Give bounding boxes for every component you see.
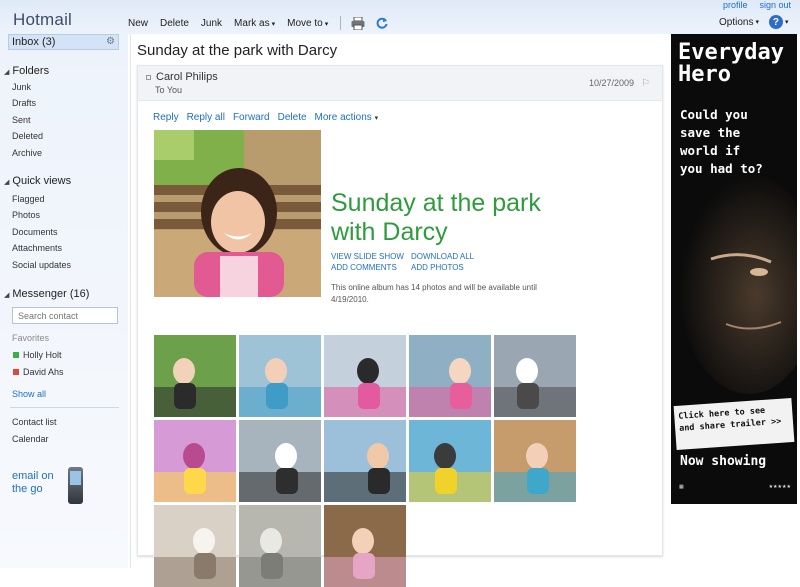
album-cover-photo[interactable]: [154, 130, 321, 297]
online-status-icon: [13, 352, 19, 358]
photo-thumbnail[interactable]: [494, 335, 576, 417]
contact-holly-holt[interactable]: Holly Holt: [13, 350, 62, 360]
message-actions: Reply Reply all Forward Delete More acti…: [153, 112, 378, 123]
expand-icon[interactable]: [146, 74, 151, 80]
top-bar: Hotmail New Delete Junk Mark as ▾ Move to…: [0, 0, 800, 34]
message-subject: Sunday at the park with Darcy: [137, 42, 338, 59]
divider: [10, 407, 119, 408]
advertisement-banner[interactable]: Everyday Hero Could you save the world if yo…: [671, 34, 797, 504]
messenger-heading[interactable]: ◢ Messenger (16): [4, 288, 89, 300]
chevron-down-icon: ▾: [271, 20, 276, 28]
delete-link[interactable]: Delete: [278, 112, 307, 123]
delete-button[interactable]: Delete: [160, 18, 189, 29]
email-on-the-go-link[interactable]: email on the go: [12, 470, 54, 496]
help-icon[interactable]: ?: [768, 15, 783, 29]
move-to-menu[interactable]: Move to ▾: [287, 18, 328, 29]
folder-deleted[interactable]: Deleted: [12, 131, 43, 141]
message-date: 10/27/2009: [588, 78, 634, 88]
photo-thumbnail[interactable]: [409, 335, 491, 417]
triangle-down-icon: ◢: [4, 179, 10, 186]
chevron-down-icon: ▾: [755, 19, 759, 26]
junk-button[interactable]: Junk: [201, 18, 222, 29]
calendar-link[interactable]: Calendar: [12, 434, 49, 444]
profile-link[interactable]: profile: [723, 0, 748, 10]
chevron-down-icon: ▾: [324, 20, 329, 28]
triangle-down-icon: ◢: [4, 69, 10, 76]
ad-headline: Everyday Hero: [678, 40, 784, 87]
refresh-icon[interactable]: [375, 17, 389, 30]
rating-stars-icon: ★★★★★: [768, 484, 791, 490]
folder-junk[interactable]: Junk: [12, 82, 31, 92]
busy-status-icon: [13, 369, 19, 375]
folder-archive[interactable]: Archive: [12, 148, 42, 158]
photo-thumbnail[interactable]: [154, 505, 236, 587]
folder-drafts[interactable]: Drafts: [12, 98, 36, 108]
folder-sent[interactable]: Sent: [12, 115, 31, 125]
gear-icon[interactable]: ⚙: [106, 35, 115, 49]
chevron-down-icon: ▾: [784, 19, 789, 26]
album-links: VIEW SLIDE SHOW DOWNLOAD ALL ADD COMMENT…: [331, 252, 491, 272]
forward-link[interactable]: Forward: [233, 112, 270, 123]
contact-list-link[interactable]: Contact list: [12, 417, 57, 427]
folders-heading[interactable]: ◢ Folders: [4, 65, 49, 77]
search-contact-input[interactable]: [12, 307, 118, 324]
photo-thumbnail[interactable]: [324, 420, 406, 502]
photo-thumbnail[interactable]: [154, 420, 236, 502]
photo-thumbnail[interactable]: [409, 420, 491, 502]
print-icon[interactable]: [351, 16, 365, 30]
inbox-label: Inbox (3): [12, 36, 56, 48]
new-button[interactable]: New: [128, 18, 148, 29]
options-menu[interactable]: Options ▾ ? ▾: [719, 15, 789, 29]
sender[interactable]: Carol Philips: [146, 71, 218, 83]
add-photos-link[interactable]: ADD PHOTOS: [411, 263, 491, 272]
album-title: Sunday at the park with Darcy: [331, 189, 541, 246]
toolbar-divider: [340, 16, 342, 30]
studio-logo: ▦: [679, 484, 684, 490]
hotmail-logo[interactable]: Hotmail: [13, 10, 72, 30]
photo-thumbnail[interactable]: [154, 335, 236, 417]
contact-david-ahs[interactable]: David Ahs: [13, 367, 64, 377]
flag-icon[interactable]: ⚐: [641, 78, 650, 89]
album-description: This online album has 14 photos and will…: [331, 283, 537, 304]
options-label: Options: [719, 16, 754, 28]
photo-thumbnail[interactable]: [239, 505, 321, 587]
photo-thumbnail[interactable]: [324, 505, 406, 587]
quick-view-documents[interactable]: Documents: [12, 227, 58, 237]
add-comments-link[interactable]: ADD COMMENTS: [331, 263, 411, 272]
help-glyph: ?: [772, 16, 780, 28]
triangle-down-icon: ◢: [4, 292, 10, 299]
more-actions-menu[interactable]: More actions ▾: [315, 112, 379, 123]
photo-thumbnail[interactable]: [239, 335, 321, 417]
reading-pane: Sunday at the park with Darcy Carol Phil…: [130, 34, 668, 587]
ad-question: Could you save the world if you had to?: [680, 107, 763, 176]
ad-now-showing: Now showing: [680, 454, 767, 469]
account-links: profile sign out: [723, 0, 791, 10]
sidebar: Inbox (3) ⚙ ◢ Folders Junk Drafts Sent De…: [0, 34, 128, 568]
toolbar: New Delete Junk Mark as ▾ Move to ▾: [128, 16, 399, 30]
quick-view-attachments[interactable]: Attachments: [12, 243, 62, 253]
download-all-link[interactable]: DOWNLOAD ALL: [411, 252, 491, 261]
sign-out-link[interactable]: sign out: [759, 0, 791, 10]
photo-thumbnail[interactable]: [324, 335, 406, 417]
ad-trailer-cta[interactable]: Click here to see and share trailer >>: [673, 397, 795, 451]
inbox-folder[interactable]: Inbox (3) ⚙: [8, 34, 119, 50]
photo-thumbnail[interactable]: [494, 420, 576, 502]
favorites-label: Favorites: [12, 333, 50, 343]
quick-view-social-updates[interactable]: Social updates: [12, 260, 71, 270]
chevron-down-icon: ▾: [374, 115, 379, 122]
recipient: To You: [155, 85, 183, 95]
quick-view-flagged[interactable]: Flagged: [12, 194, 45, 204]
quick-view-photos[interactable]: Photos: [12, 210, 40, 220]
quick-views-heading[interactable]: ◢ Quick views: [4, 175, 71, 187]
photo-thumbnail[interactable]: [239, 420, 321, 502]
message-card: Carol Philips To You 10/27/2009 ⚐ Reply …: [137, 65, 663, 587]
show-all-link[interactable]: Show all: [12, 389, 46, 399]
mark-as-menu[interactable]: Mark as ▾: [234, 18, 275, 29]
mobile-phone-icon: [68, 467, 83, 504]
ad-footer-logos: ▦ ★★★★★: [679, 484, 791, 490]
reply-all-link[interactable]: Reply all: [187, 112, 225, 123]
view-slide-show-link[interactable]: VIEW SLIDE SHOW: [331, 252, 411, 261]
message-header[interactable]: Carol Philips To You 10/27/2009 ⚐: [138, 66, 662, 101]
reply-link[interactable]: Reply: [153, 112, 179, 123]
